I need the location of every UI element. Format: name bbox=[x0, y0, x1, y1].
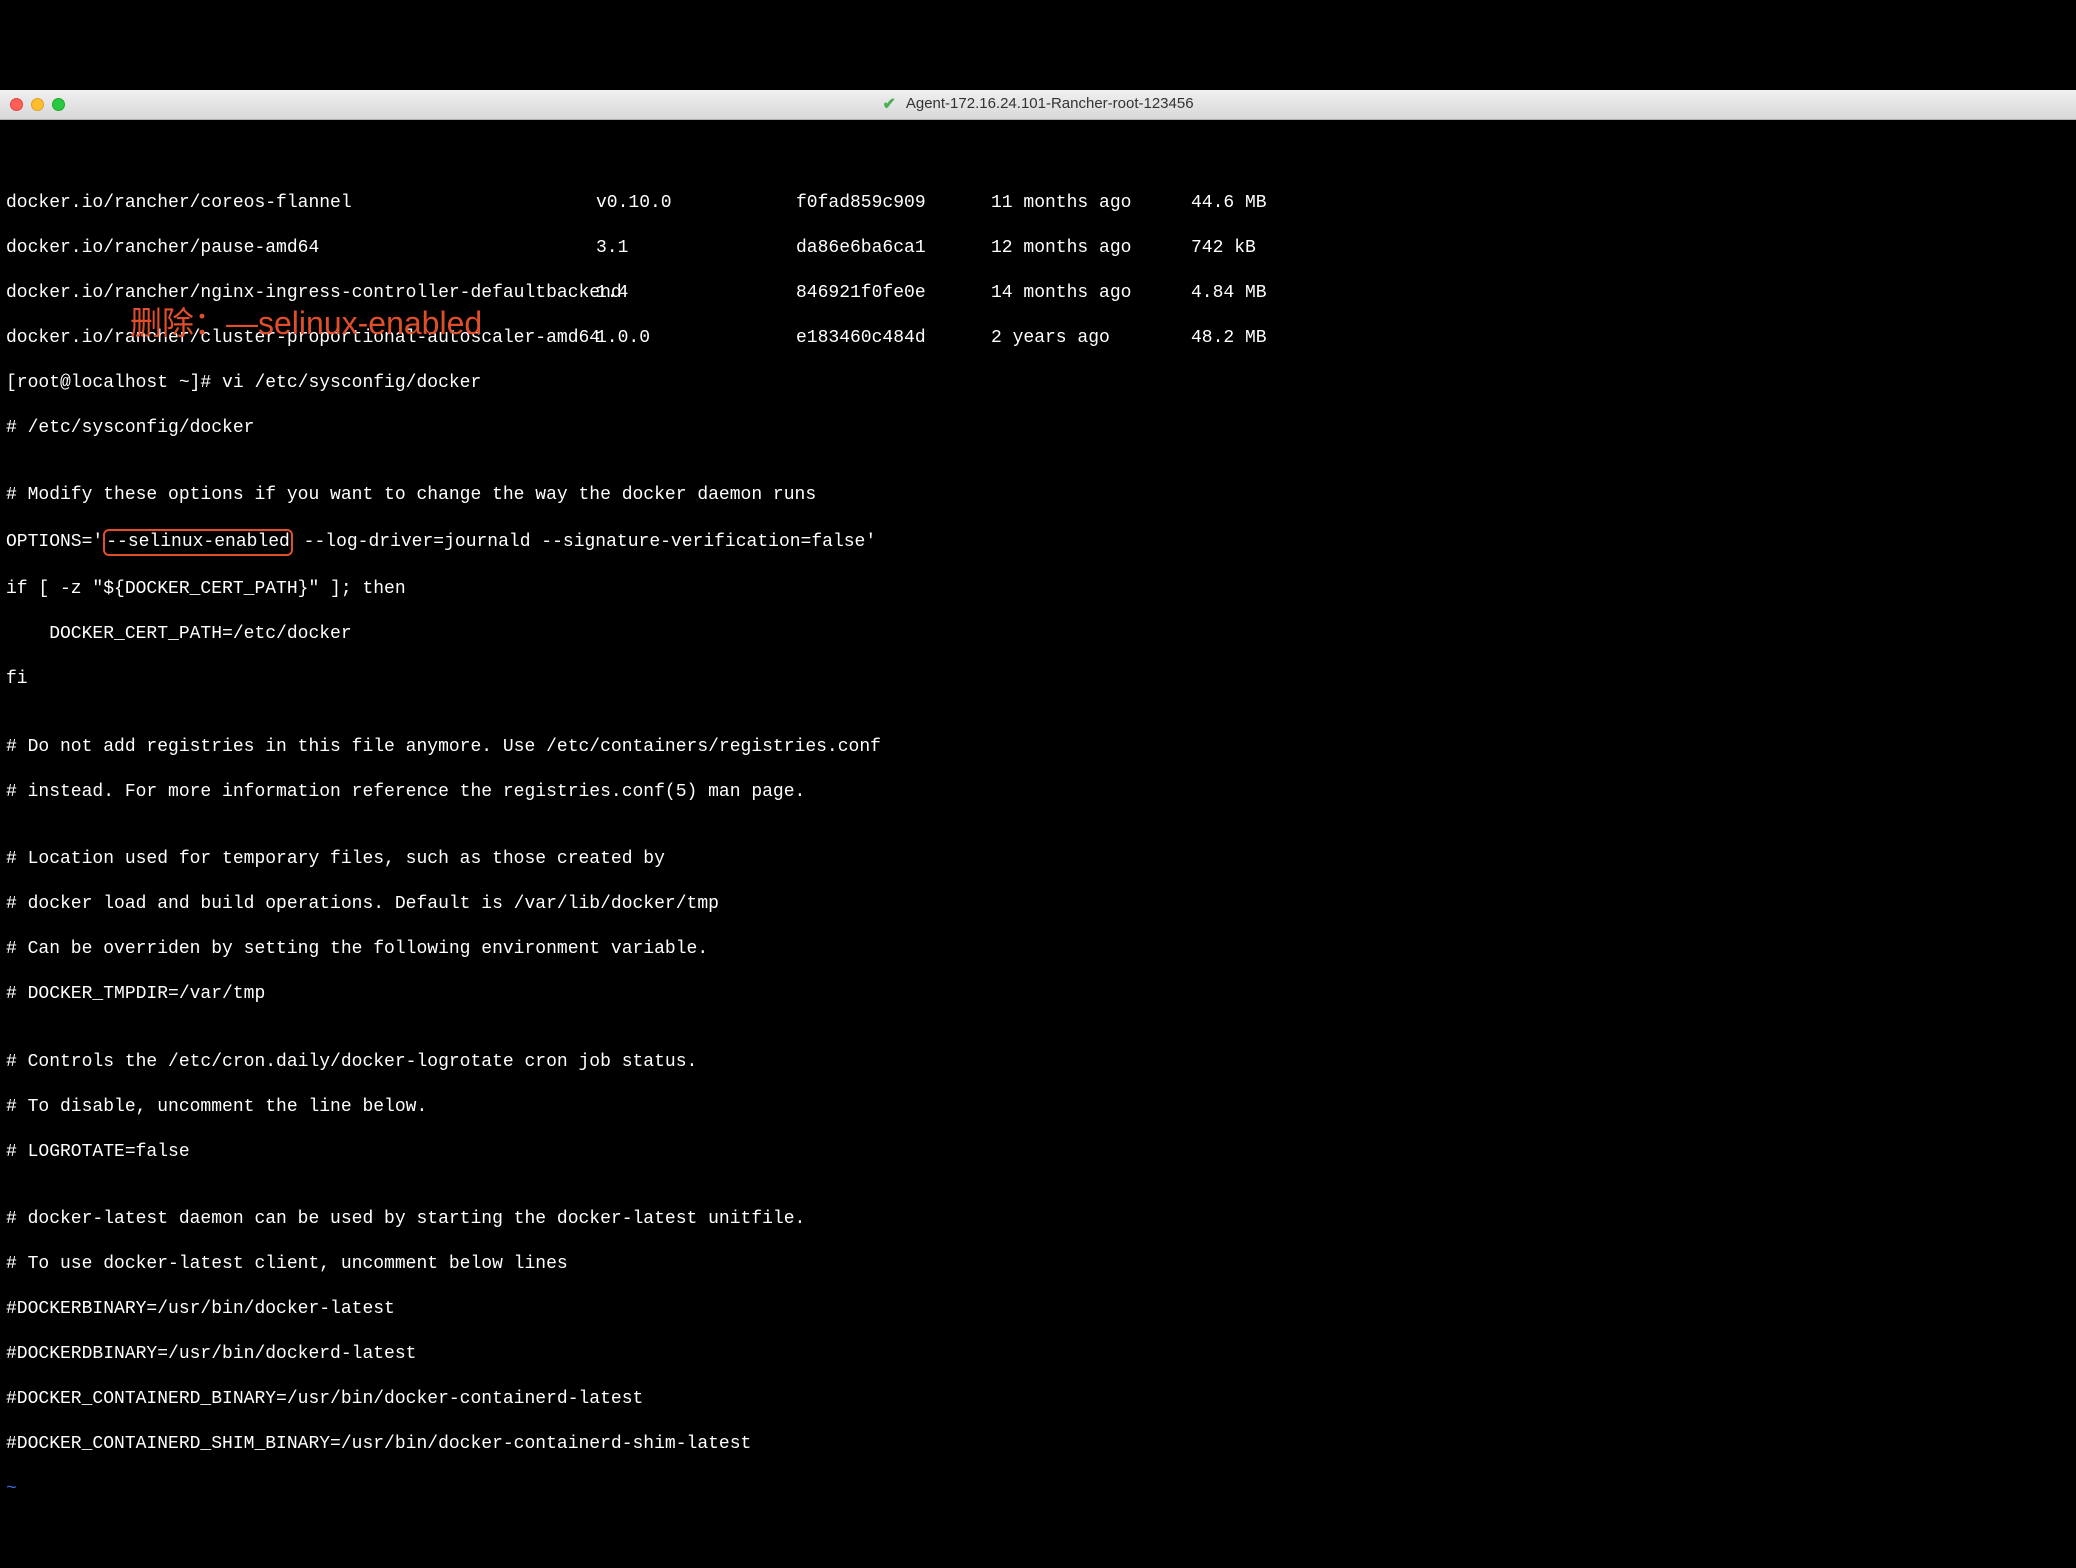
close-button[interactable] bbox=[10, 98, 23, 111]
file-line: #DOCKERDBINARY=/usr/bin/dockerd-latest bbox=[6, 1343, 2070, 1366]
image-id: da86e6ba6ca1 bbox=[796, 237, 991, 260]
file-line: # Can be overriden by setting the follow… bbox=[6, 938, 2070, 961]
minimize-button[interactable] bbox=[31, 98, 44, 111]
image-size: 742 kB bbox=[1191, 237, 1256, 260]
image-id: e183460c484d bbox=[796, 327, 991, 350]
file-line: if [ -z "${DOCKER_CERT_PATH}" ]; then bbox=[6, 578, 2070, 601]
vim-tilde: ~ bbox=[6, 1478, 2070, 1501]
window-title: Agent-172.16.24.101-Rancher-root-123456 bbox=[906, 95, 1194, 114]
file-line: # To use docker-latest client, uncomment… bbox=[6, 1253, 2070, 1276]
file-line: fi bbox=[6, 668, 2070, 691]
file-line: # LOGROTATE=false bbox=[6, 1141, 2070, 1164]
image-size: 48.2 MB bbox=[1191, 327, 1267, 350]
traffic-lights bbox=[10, 98, 65, 111]
image-row: docker.io/rancher/coreos-flannelv0.10.0f… bbox=[6, 192, 2070, 215]
image-age: 2 years ago bbox=[991, 327, 1191, 350]
image-tag: 1.0.0 bbox=[596, 327, 796, 350]
image-row: docker.io/rancher/nginx-ingress-controll… bbox=[6, 282, 2070, 305]
window-titlebar: ✔ Agent-172.16.24.101-Rancher-root-12345… bbox=[0, 90, 2076, 120]
title-center: ✔ Agent-172.16.24.101-Rancher-root-12345… bbox=[882, 95, 1193, 115]
file-line: # docker load and build operations. Defa… bbox=[6, 893, 2070, 916]
image-repo: docker.io/rancher/pause-amd64 bbox=[6, 237, 596, 260]
terminal-viewport[interactable]: docker.io/rancher/coreos-flannelv0.10.0f… bbox=[0, 165, 2076, 1139]
image-age: 14 months ago bbox=[991, 282, 1191, 305]
file-line: # instead. For more information referenc… bbox=[6, 781, 2070, 804]
prompt-line: [root@localhost ~]# vi /etc/sysconfig/do… bbox=[6, 372, 2070, 395]
image-id: 846921f0fe0e bbox=[796, 282, 991, 305]
file-line: # Controls the /etc/cron.daily/docker-lo… bbox=[6, 1051, 2070, 1074]
file-line: # Do not add registries in this file any… bbox=[6, 736, 2070, 759]
file-line-options: OPTIONS='--selinux-enabled --log-driver=… bbox=[6, 529, 2070, 556]
image-tag: v0.10.0 bbox=[596, 192, 796, 215]
image-size: 4.84 MB bbox=[1191, 282, 1267, 305]
image-age: 11 months ago bbox=[991, 192, 1191, 215]
image-repo: docker.io/rancher/coreos-flannel bbox=[6, 192, 596, 215]
image-id: f0fad859c909 bbox=[796, 192, 991, 215]
file-line: # DOCKER_TMPDIR=/var/tmp bbox=[6, 983, 2070, 1006]
check-icon: ✔ bbox=[882, 95, 895, 115]
file-line: #DOCKER_CONTAINERD_BINARY=/usr/bin/docke… bbox=[6, 1388, 2070, 1411]
file-line: #DOCKERBINARY=/usr/bin/docker-latest bbox=[6, 1298, 2070, 1321]
file-line: # To disable, uncomment the line below. bbox=[6, 1096, 2070, 1119]
file-line: #DOCKER_CONTAINERD_SHIM_BINARY=/usr/bin/… bbox=[6, 1433, 2070, 1456]
image-repo: docker.io/rancher/nginx-ingress-controll… bbox=[6, 282, 596, 305]
file-line: # /etc/sysconfig/docker bbox=[6, 417, 2070, 440]
file-line: # docker-latest daemon can be used by st… bbox=[6, 1208, 2070, 1231]
annotation-delete-selinux: 删除：—selinux-enabled bbox=[130, 303, 482, 343]
file-line: DOCKER_CERT_PATH=/etc/docker bbox=[6, 623, 2070, 646]
options-prefix: OPTIONS=' bbox=[6, 532, 103, 552]
options-suffix: --log-driver=journald --signature-verifi… bbox=[293, 532, 876, 552]
maximize-button[interactable] bbox=[52, 98, 65, 111]
file-line: # Modify these options if you want to ch… bbox=[6, 484, 2070, 507]
image-size: 44.6 MB bbox=[1191, 192, 1267, 215]
image-age: 12 months ago bbox=[991, 237, 1191, 260]
image-row: docker.io/rancher/pause-amd643.1da86e6ba… bbox=[6, 237, 2070, 260]
selinux-highlight: --selinux-enabled bbox=[103, 529, 293, 556]
image-tag: 3.1 bbox=[596, 237, 796, 260]
file-line: # Location used for temporary files, suc… bbox=[6, 848, 2070, 871]
image-tag: 1.4 bbox=[596, 282, 796, 305]
